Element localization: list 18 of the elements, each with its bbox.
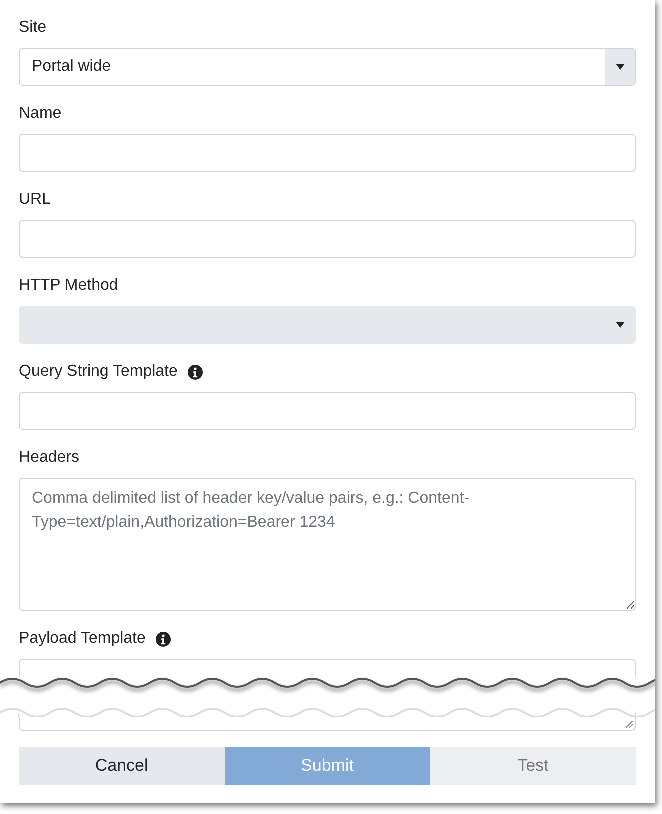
field-label: Site <box>19 18 47 38</box>
text-area[interactable]: Comma delimited list of header key/value pairs, e.g.: Content-Type=text/plain,Authorization=Bearer 1234 <box>19 478 636 611</box>
field-label: Query String Template <box>19 362 178 382</box>
caret-icon <box>616 322 624 328</box>
action-button[interactable]: Cancel <box>19 747 225 785</box>
field-label: Payload Template <box>19 629 146 649</box>
field-label: Headers <box>19 448 80 468</box>
field-label: Name <box>19 104 62 124</box>
select-field[interactable]: Portal wide <box>19 48 636 86</box>
caret-icon <box>616 64 624 70</box>
input-field[interactable] <box>19 220 636 258</box>
resize-grip-icon[interactable] <box>626 721 633 728</box>
field-label: HTTP Method <box>19 276 118 296</box>
input-field[interactable] <box>19 392 636 430</box>
field-label: URL <box>19 190 52 210</box>
input-field[interactable] <box>19 134 636 172</box>
info-icon[interactable] <box>156 632 171 646</box>
info-icon[interactable] <box>188 364 203 380</box>
